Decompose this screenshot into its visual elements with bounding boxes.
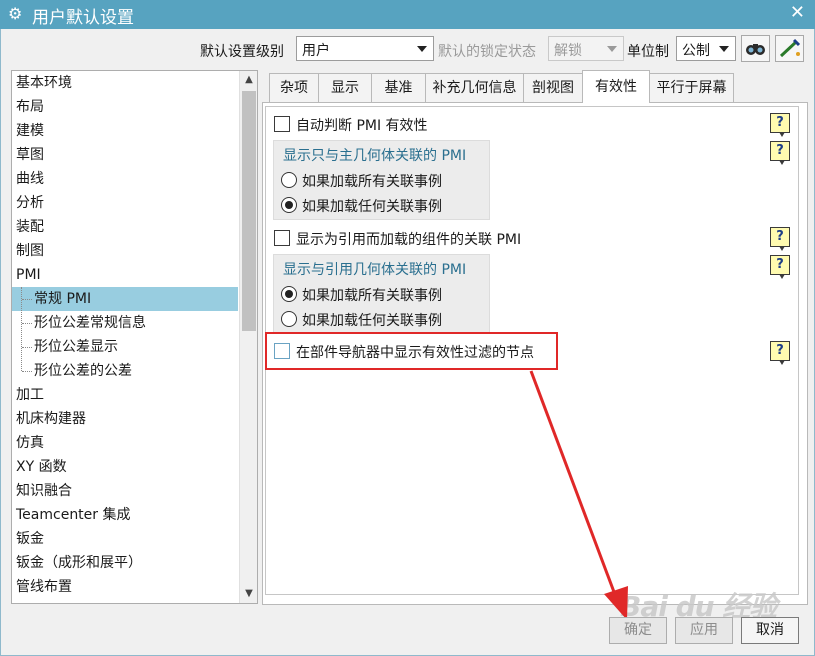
tab-5[interactable]: 有效性 xyxy=(582,70,650,103)
apply-button[interactable]: 应用 xyxy=(675,617,733,644)
ok-button[interactable]: 确定 xyxy=(609,617,667,644)
cancel-button[interactable]: 取消 xyxy=(741,617,799,644)
annotation-arrow xyxy=(529,370,628,620)
